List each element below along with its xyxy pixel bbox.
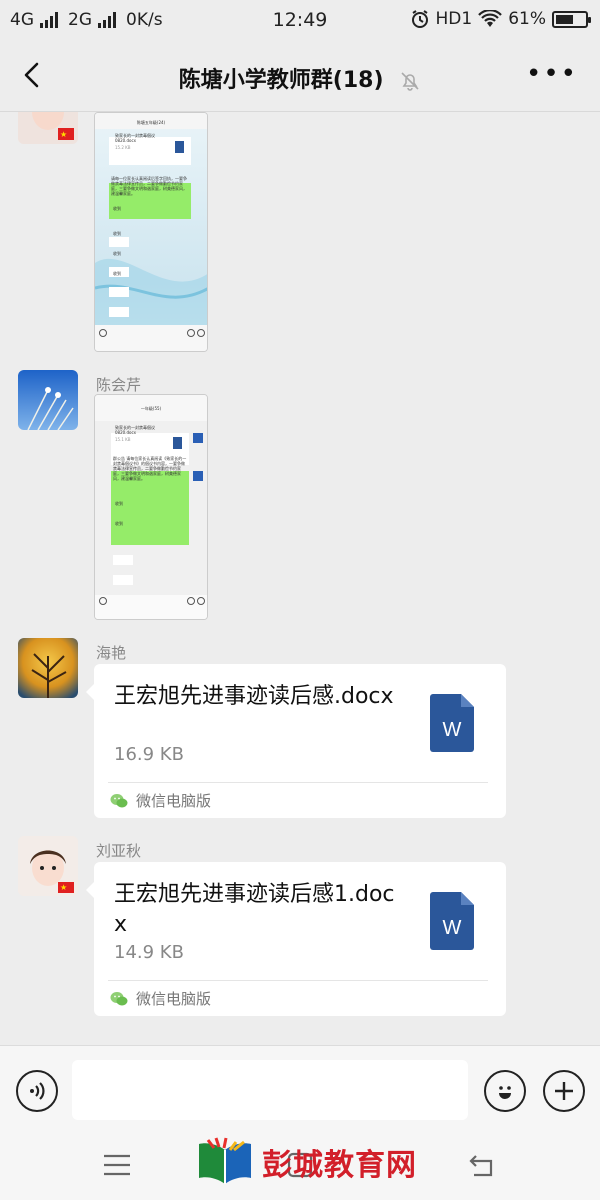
watermark: 彭城教育网 [196,1135,417,1189]
svg-text:W: W [443,719,462,741]
divider [108,980,488,981]
hd-label: HD1 [435,9,473,29]
file-message-card[interactable]: 王宏旭先进事迹读后感.docx 16.9 KB W 微信电脑版 [86,664,506,818]
screenshot-reply: 收到 [113,206,121,211]
input-bar [0,1045,600,1135]
wechat-icon [110,991,128,1005]
svg-text:W: W [443,917,462,939]
voice-button[interactable] [16,1070,58,1112]
wifi-icon [478,10,503,27]
battery-percent: 61% [508,9,546,29]
file-size: 16.9 KB [114,744,184,765]
avatar[interactable] [18,370,78,430]
child-photo-icon: ★ [18,836,78,896]
sender-name: 海艳 [96,644,127,662]
screenshot-file-size: 15.2 KB [115,145,131,150]
screenshot-title: 一年级(55) [140,406,162,411]
chat-area[interactable]: ★ 陈塘五年级(24) 致家长的一封禁毒倡议0820.docx 15.2 KB … [0,112,600,1045]
sender-name: 刘亚秋 [96,842,142,860]
word-document-icon: W [430,694,474,752]
sender-name: 陈会芹 [96,376,142,394]
wechat-icon [110,793,128,807]
screenshot-file-size: 15.1 KB [115,437,131,442]
menu-icon[interactable] [102,1153,132,1177]
chat-header: 陈塘小学教师群(18) ••• [0,40,600,112]
file-message-card[interactable]: 王宏旭先进事迹读后感1.docx 14.9 KB W 微信电脑版 [86,862,506,1016]
screenshot-title: 陈塘五年级(24) [136,120,166,125]
more-functions-button[interactable] [543,1070,585,1112]
file-source-label: 微信电脑版 [136,990,212,1008]
chat-title: 陈塘小学教师群(18) [178,68,384,93]
screenshot-file-name: 致家长的一封禁毒倡议0820.docx [115,425,155,435]
file-name: 王宏旭先进事迹读后感.docx [114,684,394,709]
avatar[interactable]: ★ [18,112,78,144]
file-name: 王宏旭先进事迹读后感1.docx [114,882,395,937]
more-options-icon[interactable]: ••• [526,61,578,87]
sky-reeds-photo-icon [18,370,78,430]
file-size: 14.9 KB [114,942,184,963]
screenshot-reply: 收到 [113,251,121,256]
screenshot-reply: 收到 [115,521,123,526]
screenshot-text-layer: 一年级(55) 致家长的一封禁毒倡议0820.docx 15.1 KB 群公告 … [95,396,207,618]
screenshot-reply: 收到 [115,501,123,506]
chat-title-wrap: 陈塘小学教师群(18) [0,62,600,94]
divider [108,782,488,783]
avatar[interactable]: ★ [18,836,78,896]
avatar[interactable] [18,638,78,698]
svg-text:★: ★ [60,883,67,892]
screenshot-notice: 群公告 请每位家长认真阅读《致家长的一封禁毒倡议书》的倡议书内容，一要争做禁毒法… [113,456,187,481]
autumn-tree-photo-icon [18,638,78,698]
file-source: 微信电脑版 [110,988,211,1009]
screenshot-notice: 请每一位家长认真阅读后签字回执，一要争做禁毒法律宣传员，二要争做勤俭节约家庭，三… [111,176,187,196]
word-document-icon: W [430,892,474,950]
voice-icon [30,1082,45,1100]
screenshot-reply: 收到 [113,231,121,236]
svg-text:★: ★ [60,130,67,139]
file-source-label: 微信电脑版 [136,792,212,810]
battery-icon [552,10,591,28]
screenshot-text-layer: 陈塘五年级(24) 致家长的一封禁毒倡议0820.docx 15.2 KB 请每… [95,114,207,352]
screenshot-file-name: 致家长的一封禁毒倡议0820.docx [115,133,155,143]
file-source: 微信电脑版 [110,790,211,811]
book-logo-icon [199,1137,251,1184]
emoji-button[interactable] [484,1070,526,1112]
alarm-icon [411,10,428,28]
screenshot-reply: 收到 [113,271,121,276]
plus-icon [555,1082,573,1100]
muted-bell-icon [401,72,419,91]
child-photo-icon: ★ [18,112,78,144]
message-input[interactable] [72,1060,468,1120]
watermark-text: 彭城教育网 [262,1148,417,1183]
status-bar: 4G 2G 0K/s 12:49 HD1 61% [0,0,600,40]
smiley-icon [499,1086,511,1099]
back-nav-icon[interactable] [468,1151,498,1179]
